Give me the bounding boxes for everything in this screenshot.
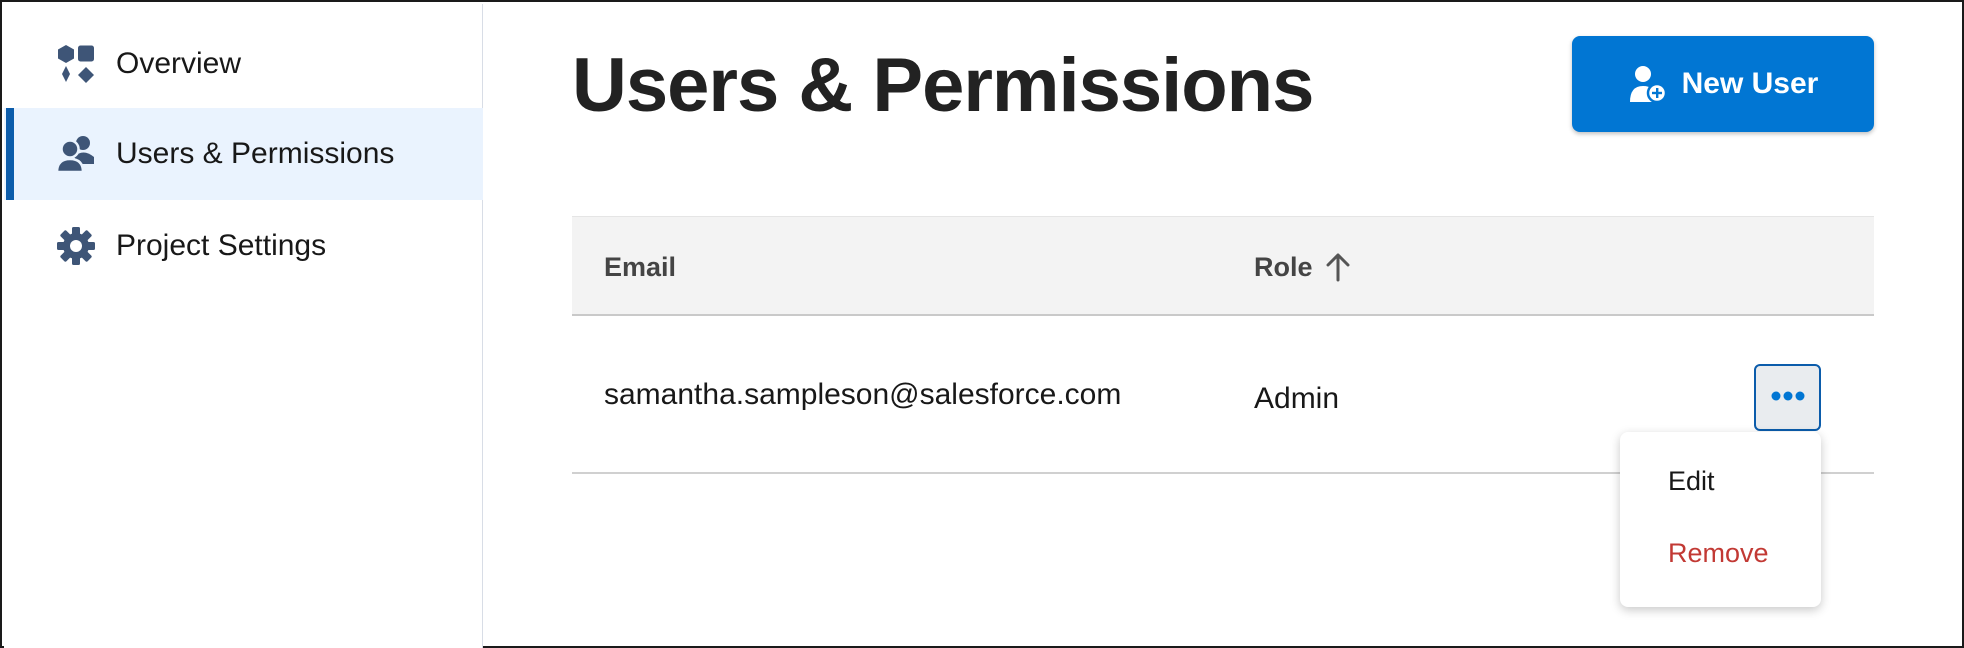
sidebar: Overview Users & Permissions Project Set… [4,4,483,648]
sidebar-item-overview[interactable]: Overview [4,18,483,110]
new-user-button[interactable]: New User [1572,36,1874,132]
column-header-email[interactable]: Email [604,217,676,317]
add-user-icon [1628,64,1668,104]
sidebar-item-users-permissions[interactable]: Users & Permissions [4,108,483,200]
shapes-icon [56,44,96,84]
cell-role: Admin [1254,382,1340,415]
table-header: Email Role [572,216,1874,316]
column-header-label: Email [604,251,677,282]
column-header-role[interactable]: Role [1254,217,1351,317]
new-user-label: New User [1681,67,1819,100]
row-actions-button[interactable] [1754,364,1821,431]
menu-item-edit[interactable]: Edit [1668,466,1715,497]
sidebar-item-label: Users & Permissions [116,137,395,170]
app-window: Overview Users & Permissions Project Set… [0,0,1964,648]
arrow-up-icon [1325,252,1351,282]
gear-icon [56,226,96,266]
more-horizontal-icon [1770,389,1806,407]
users-icon [56,134,96,174]
page-title: Users & Permissions [572,43,1314,128]
sidebar-item-label: Project Settings [116,229,327,262]
row-actions-menu: Edit Remove [1620,432,1821,607]
column-header-label: Role [1254,251,1313,282]
sidebar-item-project-settings[interactable]: Project Settings [4,200,483,292]
sidebar-item-label: Overview [116,47,242,80]
cell-email: samantha.sampleson@salesforce.com [604,378,1122,411]
menu-item-remove[interactable]: Remove [1668,538,1769,569]
